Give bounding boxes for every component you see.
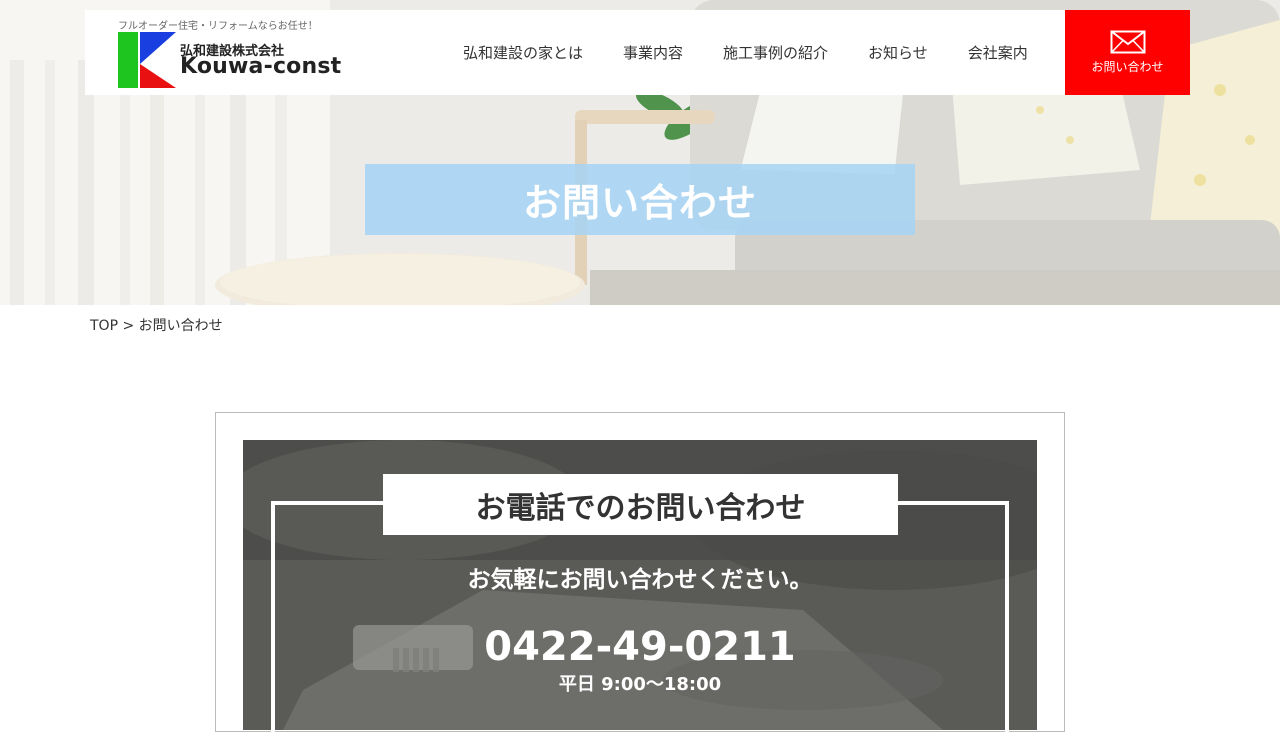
- nav-item-services[interactable]: 事業内容: [623, 42, 683, 63]
- main-navigation: 弘和建設の家とは 事業内容 施工事例の紹介 お知らせ 会社案内: [463, 42, 1028, 63]
- nav-item-company[interactable]: 会社案内: [968, 42, 1028, 63]
- page-title-banner: お問い合わせ: [365, 164, 915, 235]
- company-logo-icon[interactable]: [118, 32, 176, 88]
- phone-inner-border: [271, 501, 1009, 741]
- breadcrumb-top-link[interactable]: TOP: [90, 318, 118, 334]
- header-tagline: フルオーダー住宅・リフォームならお任せ！: [118, 21, 318, 32]
- phone-number-link[interactable]: 0422-49-0211: [243, 624, 1037, 670]
- business-hours: 平日 9:00～18:00: [558, 674, 722, 695]
- phone-heading-box: お電話でのお問い合わせ: [383, 474, 898, 535]
- breadcrumb-separator: >: [122, 318, 135, 334]
- nav-item-about-house[interactable]: 弘和建設の家とは: [463, 42, 583, 63]
- breadcrumb-current: お問い合わせ: [138, 318, 223, 334]
- contact-button-label: お問い合わせ: [1091, 60, 1164, 74]
- phone-heading: お電話でのお問い合わせ: [475, 490, 806, 526]
- phone-subtitle: お気軽にお問い合わせください。: [467, 567, 813, 593]
- nav-item-news[interactable]: お知らせ: [868, 42, 928, 63]
- breadcrumb: TOP > お問い合わせ: [90, 315, 223, 335]
- company-name-english[interactable]: Kouwa-const: [180, 54, 341, 79]
- contact-button[interactable]: お問い合わせ: [1065, 10, 1190, 95]
- page-title: お問い合わせ: [522, 181, 757, 225]
- envelope-icon: [1110, 30, 1145, 54]
- nav-item-works[interactable]: 施工事例の紹介: [723, 42, 828, 63]
